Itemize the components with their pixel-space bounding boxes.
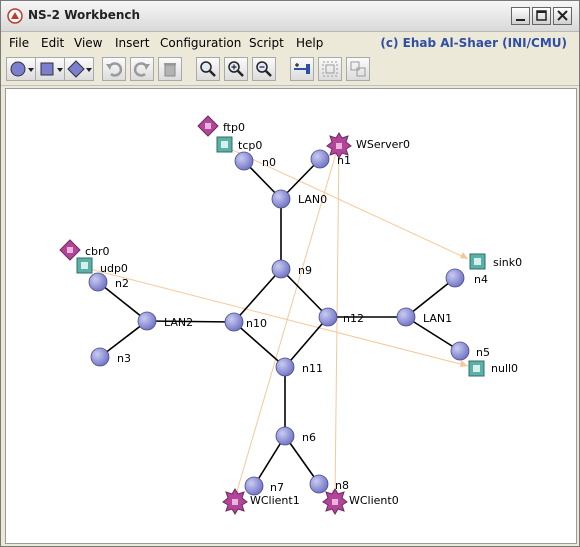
zoom-in-button[interactable] [224, 57, 248, 81]
node-lan0[interactable] [271, 189, 291, 209]
node-circle-icon [10, 61, 34, 77]
menu-configuration[interactable]: Configuration [160, 36, 241, 50]
label-n3: n3 [117, 352, 131, 365]
author-credit: (c) Ehab Al-Shaer (INI/CMU) [380, 36, 567, 50]
group-button[interactable] [318, 57, 342, 81]
label-n5: n5 [476, 346, 490, 359]
label-sink0: sink0 [493, 256, 522, 269]
menu-help[interactable]: Help [296, 36, 323, 50]
node-n0[interactable] [234, 151, 254, 171]
close-button[interactable] [553, 7, 572, 25]
label-n8: n8 [335, 479, 349, 492]
title-bar: NS-2 Workbench [1, 1, 579, 32]
label-udp0: udp0 [100, 262, 128, 275]
menu-view[interactable]: View [74, 36, 102, 50]
delete-button[interactable] [158, 57, 182, 81]
node-lan2[interactable] [137, 311, 157, 331]
node-n8[interactable] [309, 474, 329, 494]
maximize-icon [536, 10, 547, 21]
label-lan0: LAN0 [298, 193, 327, 206]
zoom-button[interactable] [196, 57, 220, 81]
trash-icon [164, 63, 176, 77]
ns2-workbench-window: NS-2 Workbench File Edit View Insert Con… [0, 0, 580, 547]
node-n3[interactable] [90, 347, 110, 367]
label-lan2: LAN2 [164, 316, 193, 329]
label-ftp0: ftp0 [223, 121, 245, 134]
topology-canvas[interactable]: n0 n1 LAN0 n9 n2 n3 LAN2 n10 n12 LAN1 n4… [5, 88, 577, 544]
add-link-button[interactable] [290, 57, 314, 81]
topology-diagram: n0 n1 LAN0 n9 n2 n3 LAN2 n10 n12 LAN1 n4… [59, 115, 522, 515]
menu-bar: File Edit View Insert Configuration Scri… [1, 32, 579, 54]
close-icon [557, 10, 568, 21]
agent-highlight [474, 258, 481, 265]
node-n11[interactable] [275, 357, 295, 377]
node-n10[interactable] [224, 312, 244, 332]
label-n7: n7 [270, 481, 284, 494]
agent-highlight [221, 141, 228, 148]
node-n1[interactable] [310, 149, 330, 169]
minimize-button[interactable] [511, 7, 530, 25]
label-n12: n12 [343, 312, 364, 325]
menu-file[interactable]: File [9, 36, 29, 50]
menu-edit[interactable]: Edit [41, 36, 64, 50]
maximize-button[interactable] [532, 7, 551, 25]
diamond-shape-icon [67, 60, 92, 78]
node-lan1[interactable] [396, 307, 416, 327]
minimize-icon [516, 19, 525, 21]
node-n2[interactable] [88, 272, 108, 292]
app-highlight [67, 247, 73, 253]
undo-icon [106, 62, 123, 77]
label-n2: n2 [115, 277, 129, 290]
link-n9-n10 [233, 268, 282, 323]
menu-script[interactable]: Script [249, 36, 284, 50]
label-null0: null0 [491, 362, 518, 375]
ns2-app-icon [7, 8, 23, 24]
node-n12[interactable] [318, 307, 338, 327]
label-n4: n4 [474, 273, 488, 286]
group-icon [322, 61, 338, 77]
rectangle-shape-icon [40, 62, 63, 76]
star-highlight [332, 499, 338, 505]
agent-tool-button[interactable] [64, 57, 94, 81]
label-wserver0: WServer0 [356, 138, 410, 151]
zoom-out-button[interactable] [252, 57, 276, 81]
ungroup-button[interactable] [346, 57, 370, 81]
node-n9[interactable] [271, 259, 291, 279]
label-n0: n0 [262, 156, 276, 169]
star-highlight [232, 499, 238, 505]
app-highlight [205, 123, 211, 129]
agent-highlight [473, 365, 480, 372]
node-tool-button[interactable] [6, 57, 36, 81]
zoom-out-icon [256, 61, 272, 77]
zoom-in-icon [228, 61, 244, 77]
zoom-icon [200, 61, 216, 77]
label-lan1: LAN1 [423, 312, 452, 325]
node-n7[interactable] [244, 476, 264, 496]
label-tcp0: tcp0 [238, 139, 262, 152]
label-wclient0: WClient0 [349, 494, 399, 507]
shape-tool-button[interactable] [35, 57, 65, 81]
undo-button[interactable] [102, 57, 126, 81]
toolbar [1, 55, 579, 86]
star-highlight [336, 143, 342, 149]
add-link-icon [294, 63, 310, 74]
menu-insert[interactable]: Insert [115, 36, 149, 50]
label-cbr0: cbr0 [85, 245, 110, 258]
agent-highlight [81, 262, 88, 269]
label-n6: n6 [302, 431, 316, 444]
redo-button[interactable] [130, 57, 154, 81]
redo-icon [133, 62, 150, 77]
node-n6[interactable] [275, 426, 295, 446]
node-n4[interactable] [445, 268, 465, 288]
window-title: NS-2 Workbench [28, 8, 141, 22]
label-n9: n9 [298, 264, 312, 277]
ungroup-icon [350, 61, 366, 77]
label-n1: n1 [337, 154, 351, 167]
traffic-arrowhead [460, 360, 468, 367]
label-wclient1: WClient1 [250, 494, 300, 507]
node-n5[interactable] [450, 341, 470, 361]
label-n10: n10 [246, 317, 267, 330]
label-n11: n11 [302, 362, 323, 375]
